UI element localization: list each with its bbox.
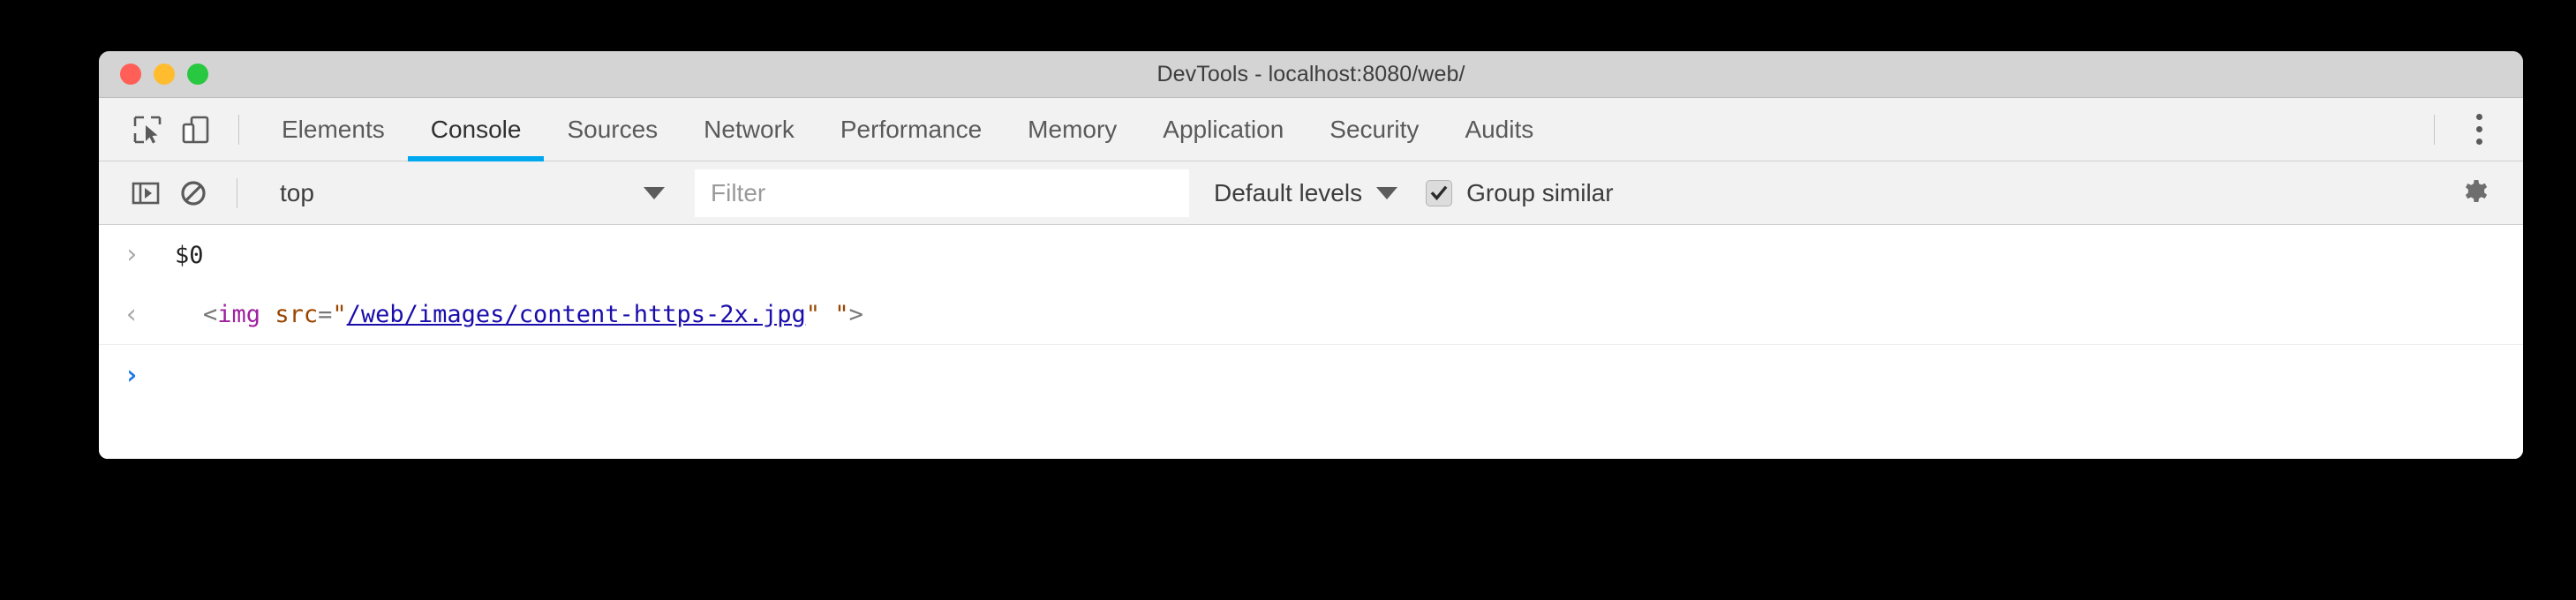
token-tag-name: img xyxy=(217,301,261,328)
chevron-down-icon xyxy=(1376,186,1398,199)
tab-application[interactable]: Application xyxy=(1140,98,1307,161)
console-input-text: $0 xyxy=(175,241,204,269)
settings-gear-icon[interactable] xyxy=(2452,169,2500,217)
tabbar-right-group xyxy=(2414,105,2523,154)
output-result-icon: ‹ xyxy=(124,298,140,330)
group-similar-label: Group similar xyxy=(1466,178,1614,206)
active-prompt-icon: › xyxy=(124,360,140,391)
input-prompt-icon: › xyxy=(124,239,140,270)
tab-network[interactable]: Network xyxy=(681,98,817,161)
tab-audits[interactable]: Audits xyxy=(1442,98,1556,161)
device-toolbar-icon[interactable] xyxy=(171,106,219,154)
window-title: DevTools - localhost:8080/web/ xyxy=(1156,61,1465,86)
console-output-text: <img src="/web/images/content-https-2x.j… xyxy=(164,301,863,328)
tab-performance[interactable]: Performance xyxy=(817,98,1005,161)
console-message-list[interactable]: › $0 ‹ <img src="/web/images/content-htt… xyxy=(99,225,2523,459)
tab-memory[interactable]: Memory xyxy=(1005,98,1140,161)
token-equals: = xyxy=(318,301,333,328)
execution-context-value: top xyxy=(280,178,314,206)
tab-sources[interactable]: Sources xyxy=(544,98,681,161)
console-sidebar-icon[interactable] xyxy=(122,169,169,217)
tabbar-right-divider xyxy=(2434,114,2435,145)
log-levels-select[interactable]: Default levels xyxy=(1214,178,1398,207)
devtools-tabbar: Elements Console Sources Network Perform… xyxy=(99,98,2523,161)
log-levels-label: Default levels xyxy=(1214,178,1363,206)
console-prompt-row[interactable]: › xyxy=(99,345,2523,407)
token-trailing-quote: " xyxy=(820,301,849,328)
token-open-bracket: < xyxy=(203,301,218,328)
tabbar-divider xyxy=(238,114,239,145)
clear-console-icon[interactable] xyxy=(169,169,217,217)
window-titlebar: DevTools - localhost:8080/web/ xyxy=(99,51,2523,98)
tab-console[interactable]: Console xyxy=(407,98,545,161)
chevron-down-icon xyxy=(644,186,665,199)
devtools-window: DevTools - localhost:8080/web/ Elements … xyxy=(99,51,2523,459)
resource-link[interactable]: /web/images/content-https-2x.jpg xyxy=(347,301,806,328)
group-similar-checkbox[interactable] xyxy=(1426,179,1453,206)
execution-context-select[interactable]: top xyxy=(257,172,681,214)
tab-security[interactable]: Security xyxy=(1307,98,1442,161)
inspect-element-icon[interactable] xyxy=(124,106,171,154)
more-options-icon[interactable] xyxy=(2454,105,2504,154)
panel-tabs: Elements Console Sources Network Perform… xyxy=(259,98,1556,161)
console-output-row[interactable]: ‹ <img src="/web/images/content-https-2x… xyxy=(99,285,2523,345)
console-input-row[interactable]: › $0 xyxy=(99,225,2523,285)
token-quote-open: " xyxy=(332,301,347,328)
minimize-button[interactable] xyxy=(154,64,175,85)
token-quote-close: " xyxy=(805,301,821,328)
token-close-bracket: > xyxy=(848,301,863,328)
close-button[interactable] xyxy=(120,64,141,85)
tab-elements[interactable]: Elements xyxy=(259,98,408,161)
filter-input[interactable] xyxy=(695,169,1189,217)
console-toolbar: top Default levels Group similar xyxy=(99,161,2523,225)
maximize-button[interactable] xyxy=(187,64,208,85)
token-attr-name: src xyxy=(275,301,319,328)
group-similar-control[interactable]: Group similar xyxy=(1426,178,1614,207)
toolbar-right-group xyxy=(2452,169,2523,217)
window-controls xyxy=(120,51,208,97)
